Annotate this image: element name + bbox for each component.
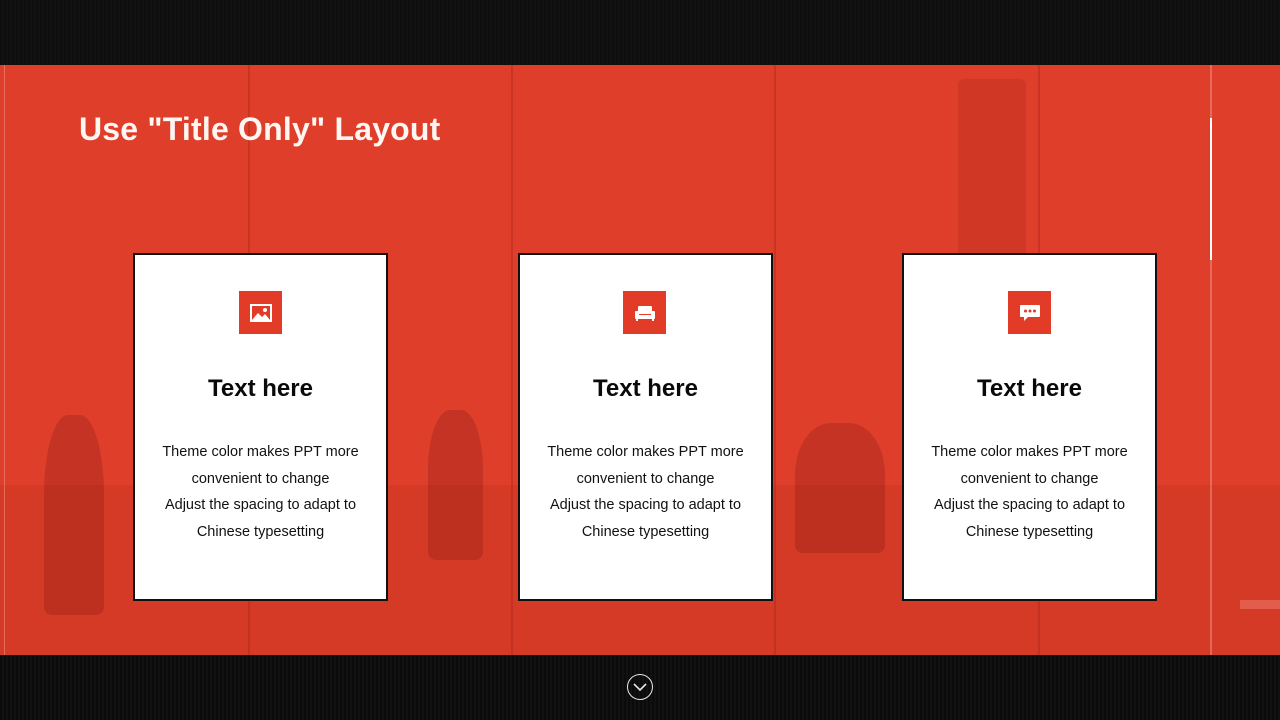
card-3[interactable]: Text here Theme color makes PPT more con…	[902, 253, 1157, 601]
card-body-line: Adjust the spacing to adapt to	[164, 497, 357, 513]
chevron-down-icon	[633, 682, 647, 691]
card-body-line: Adjust the spacing to adapt to	[549, 497, 742, 513]
card-body-line: convenient to change	[576, 470, 715, 487]
card-body: Theme color makes PPT more convenient to…	[914, 439, 1145, 545]
card-body-line: Chinese typesetting	[965, 523, 1094, 540]
card-body-line: convenient to change	[191, 470, 330, 487]
card-body: Theme color makes PPT more convenient to…	[145, 439, 376, 545]
card-heading: Text here	[593, 375, 698, 402]
card-body-line: Theme color makes PPT more	[547, 444, 744, 460]
scroll-thumb[interactable]	[1210, 118, 1212, 260]
card-1[interactable]: Text here Theme color makes PPT more con…	[133, 253, 388, 601]
top-frame-bar	[0, 0, 1280, 65]
chat-icon	[1008, 291, 1051, 334]
sofa-icon	[623, 291, 666, 334]
card-body-line: Theme color makes PPT more	[931, 444, 1128, 460]
card-heading: Text here	[977, 375, 1082, 402]
bottom-frame-bar	[0, 655, 1280, 720]
card-body-line: Chinese typesetting	[196, 523, 325, 540]
slide: Use "Title Only" Layout Text here Theme …	[0, 65, 1280, 655]
picture-icon	[239, 291, 282, 334]
card-body: Theme color makes PPT more convenient to…	[530, 439, 761, 545]
slide-title[interactable]: Use "Title Only" Layout	[79, 111, 441, 148]
card-heading: Text here	[208, 375, 313, 402]
next-slide-button[interactable]	[627, 674, 653, 700]
card-2[interactable]: Text here Theme color makes PPT more con…	[518, 253, 773, 601]
card-body-line: Chinese typesetting	[581, 523, 710, 540]
card-body-line: Theme color makes PPT more	[162, 444, 359, 460]
card-body-line: convenient to change	[960, 470, 1099, 487]
card-body-line: Adjust the spacing to adapt to	[933, 497, 1126, 513]
